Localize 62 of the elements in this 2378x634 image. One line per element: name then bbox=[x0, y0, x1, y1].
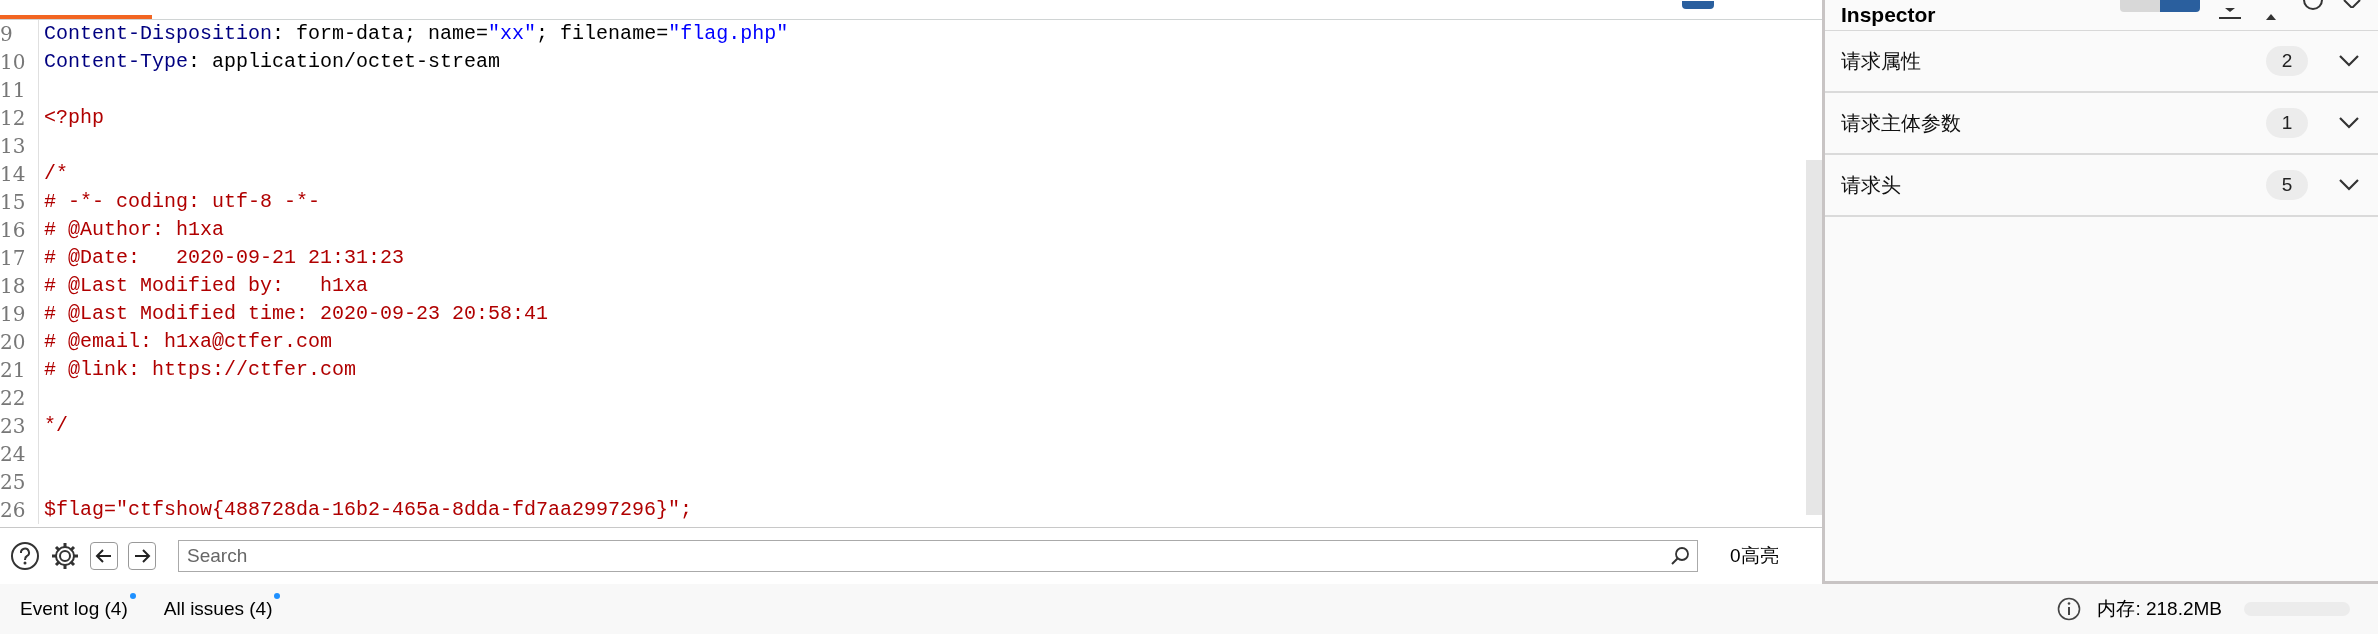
chevron-icon[interactable] bbox=[2338, 179, 2360, 191]
layout-button[interactable] bbox=[1682, 1, 1714, 9]
line-number: 24 bbox=[0, 444, 27, 464]
line-number: 15 bbox=[0, 192, 27, 212]
line-number: 11 bbox=[0, 80, 27, 100]
code-line: Content-Disposition: form-data; name="xx"; filename="flag.php" bbox=[44, 21, 789, 47]
line-number: 18 bbox=[0, 276, 27, 296]
forward-button[interactable] bbox=[128, 542, 156, 570]
arrow-left-icon bbox=[95, 547, 113, 565]
inspector-section[interactable]: 请求头 5 bbox=[1825, 155, 2378, 217]
line-number: 19 bbox=[0, 304, 27, 324]
memory-usage: 内存: 218.2MB bbox=[2097, 596, 2222, 621]
caret-up-icon[interactable] bbox=[2266, 14, 2276, 20]
code-line: $flag="ctfshow{488728da-16b2-465a-8dda-fd7aa2997296}"; bbox=[44, 497, 693, 523]
line-number: 16 bbox=[0, 220, 27, 240]
status-tab[interactable]: Event log (4) bbox=[20, 594, 128, 624]
code-line: <?php bbox=[44, 105, 104, 131]
info-icon bbox=[2057, 597, 2082, 621]
line-number: 20 bbox=[0, 332, 27, 352]
line-number: 22 bbox=[0, 388, 27, 408]
search-icon[interactable] bbox=[1670, 546, 1690, 566]
line-number: 13 bbox=[0, 136, 27, 156]
section-label: 请求头 bbox=[1841, 173, 1902, 198]
status-tab[interactable]: All issues (4) bbox=[163, 594, 273, 624]
code-line: # -*- coding: utf-8 -*- bbox=[44, 189, 321, 215]
code-line: Content-Type: application/octet-stream bbox=[44, 49, 501, 75]
back-button[interactable] bbox=[90, 542, 118, 570]
match-count: 0高亮 bbox=[1730, 543, 1779, 568]
scrollbar[interactable] bbox=[1806, 160, 1822, 515]
line-number: 25 bbox=[0, 472, 27, 492]
code-line: # @link: https://ctfer.com bbox=[44, 357, 357, 383]
inspector-section[interactable]: 请求属性 2 bbox=[1825, 31, 2378, 93]
code-line: # @Last Modified by: h1xa bbox=[44, 273, 369, 299]
count-badge: 2 bbox=[2266, 46, 2308, 76]
help-icon[interactable] bbox=[10, 541, 40, 571]
code-line: /* bbox=[44, 161, 68, 187]
line-number: 9 bbox=[0, 24, 14, 44]
line-number: 14 bbox=[0, 164, 27, 184]
line-number: 12 bbox=[0, 108, 27, 128]
count-badge: 1 bbox=[2266, 108, 2308, 138]
code-line: # @email: h1xa@ctfer.com bbox=[44, 329, 333, 355]
inspector-section[interactable]: 请求主体参数 1 bbox=[1825, 93, 2378, 155]
code-line: # @Last Modified time: 2020-09-23 20:58:41 bbox=[44, 301, 549, 327]
search-field[interactable]: Search bbox=[178, 540, 1698, 572]
arrow-right-icon bbox=[133, 547, 151, 565]
chevron-icon[interactable] bbox=[2338, 55, 2360, 67]
line-number: 23 bbox=[0, 416, 27, 436]
layout-toggle[interactable] bbox=[2160, 0, 2200, 12]
line-number: 10 bbox=[0, 52, 27, 72]
code-line: */ bbox=[44, 413, 68, 439]
code-line: # @Date: 2020-09-21 21:31:23 bbox=[44, 245, 405, 271]
inspector-title: Inspector bbox=[1841, 2, 1936, 28]
chevron-icon[interactable] bbox=[2338, 117, 2360, 129]
section-label: 请求属性 bbox=[1841, 49, 1922, 74]
code-line: # @Author: h1xa bbox=[44, 217, 225, 243]
section-label: 请求主体参数 bbox=[1841, 111, 1962, 136]
line-number: 26 bbox=[0, 500, 27, 520]
line-number: 17 bbox=[0, 248, 27, 268]
download-icon[interactable] bbox=[2218, 8, 2242, 20]
count-badge: 5 bbox=[2266, 170, 2308, 200]
layout-toggle[interactable] bbox=[2120, 0, 2160, 12]
line-number: 21 bbox=[0, 360, 27, 380]
